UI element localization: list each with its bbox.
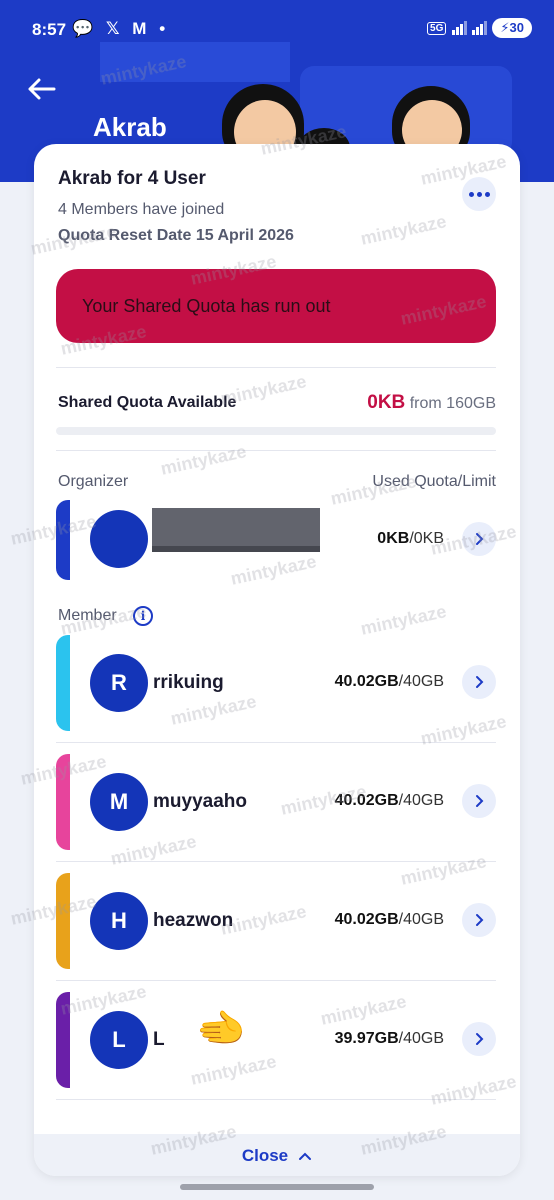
chevron-right-icon [476,533,484,545]
back-arrow-icon[interactable] [26,74,56,104]
more-dots-icon [468,191,474,197]
usage-used: 39.97GB [334,1030,399,1047]
close-button[interactable]: Close [34,1134,520,1176]
status-time: 8:57 [32,20,67,39]
organizer-row[interactable]: 0KB/0KB [56,500,496,580]
chevron-right-icon [476,795,484,807]
member-name: L [153,1029,165,1050]
divider [56,980,496,981]
notification-icons: 💬 𝕏 M • [72,19,170,38]
chevron-right-icon [476,1033,484,1045]
avatar: L [90,1011,148,1069]
chevron-right-icon [476,914,484,926]
status-right: 5G ⚡30 [427,18,532,38]
divider [56,450,496,451]
close-label: Close [241,1146,289,1165]
member-usage: 40.02GB/40GB [335,673,444,691]
organizer-label: Organizer [58,473,129,490]
quota-alert-banner: Your Shared Quota has run out [56,269,496,343]
chevron-right-icon [476,676,484,688]
usage-limit: /40GB [398,673,444,690]
usage-used: 0KB [377,530,410,547]
member-usage: 40.02GB/40GB [335,792,444,810]
battery-level: 30 [509,20,524,35]
used-quota-header: Used Quota/Limit [372,473,496,490]
quota-total: from 160GB [409,395,496,412]
page-title: Akrab [93,112,167,142]
member-row[interactable]: Hheazwon 40.02GB/40GB [56,873,496,969]
usage-limit: /40GB [398,792,444,809]
redacted-name [152,508,320,552]
member-color-bar [56,873,70,969]
member-detail-button[interactable] [462,903,496,937]
avatar-initial: R [111,670,127,695]
member-label: Member [58,607,117,624]
member-name: heazwon [153,910,234,931]
info-icon[interactable]: i [133,606,153,626]
hand-emoji-sticker: 🫲 [196,1007,246,1051]
quota-reset-date: Quota Reset Date 15 April 2026 [58,227,294,244]
member-usage: 39.97GB/40GB [335,1030,444,1048]
member-detail-button[interactable] [462,784,496,818]
member-row[interactable]: Mmuyyaaho 40.02GB/40GB [56,754,496,850]
members-joined-text: 4 Members have joined [58,201,225,218]
divider [56,1099,496,1100]
organizer-color-bar [56,500,70,580]
usage-limit: /40GB [398,1030,444,1047]
usage-used: 40.02GB [334,792,399,809]
signal-icon [472,21,488,35]
avatar-initial: H [111,908,127,933]
member-row[interactable]: Rrrikuing 40.02GB/40GB [56,635,496,731]
member-row[interactable]: L L 39.97GB/40GB 🫲 [56,992,496,1088]
organizer-detail-button[interactable] [462,522,496,556]
usage-limit: /40GB [398,911,444,928]
usage-limit: /0KB [409,530,444,547]
member-color-bar [56,635,70,731]
usage-used: 40.02GB [334,673,399,690]
shared-quota-value: 0KB from 160GB [367,392,496,414]
avatar-initial: L [112,1027,126,1052]
organizer-usage: 0KB/0KB [377,530,444,548]
signal-icon [452,21,468,35]
member-color-bar [56,992,70,1088]
divider [56,742,496,743]
member-name: rrikuing [153,672,224,693]
battery-icon: ⚡30 [492,18,532,38]
group-title: Akrab for 4 User [58,168,206,189]
group-card: Akrab for 4 User 4 Members have joined Q… [34,144,520,1176]
avatar-initial: M [109,789,129,814]
avatar: H [90,892,148,950]
member-name: muyyaaho [153,791,247,812]
quota-available: 0KB [367,392,406,413]
shared-quota-label: Shared Quota Available [58,394,237,411]
chevron-up-icon [299,1152,312,1160]
more-options-button[interactable] [462,177,496,211]
avatar: M [90,773,148,831]
member-detail-button[interactable] [462,665,496,699]
divider [56,367,496,368]
member-detail-button[interactable] [462,1022,496,1056]
avatar: R [90,654,148,712]
network-icon: 5G [427,21,447,35]
avatar [90,510,148,568]
alert-text: Your Shared Quota has run out [82,295,331,316]
divider [56,861,496,862]
status-bar: 8:57 💬 𝕏 M • 5G ⚡30 [0,0,554,58]
home-indicator[interactable] [180,1184,374,1190]
shared-quota-progress [56,427,496,435]
member-color-bar [56,754,70,850]
member-usage: 40.02GB/40GB [335,911,444,929]
usage-used: 40.02GB [334,911,399,928]
